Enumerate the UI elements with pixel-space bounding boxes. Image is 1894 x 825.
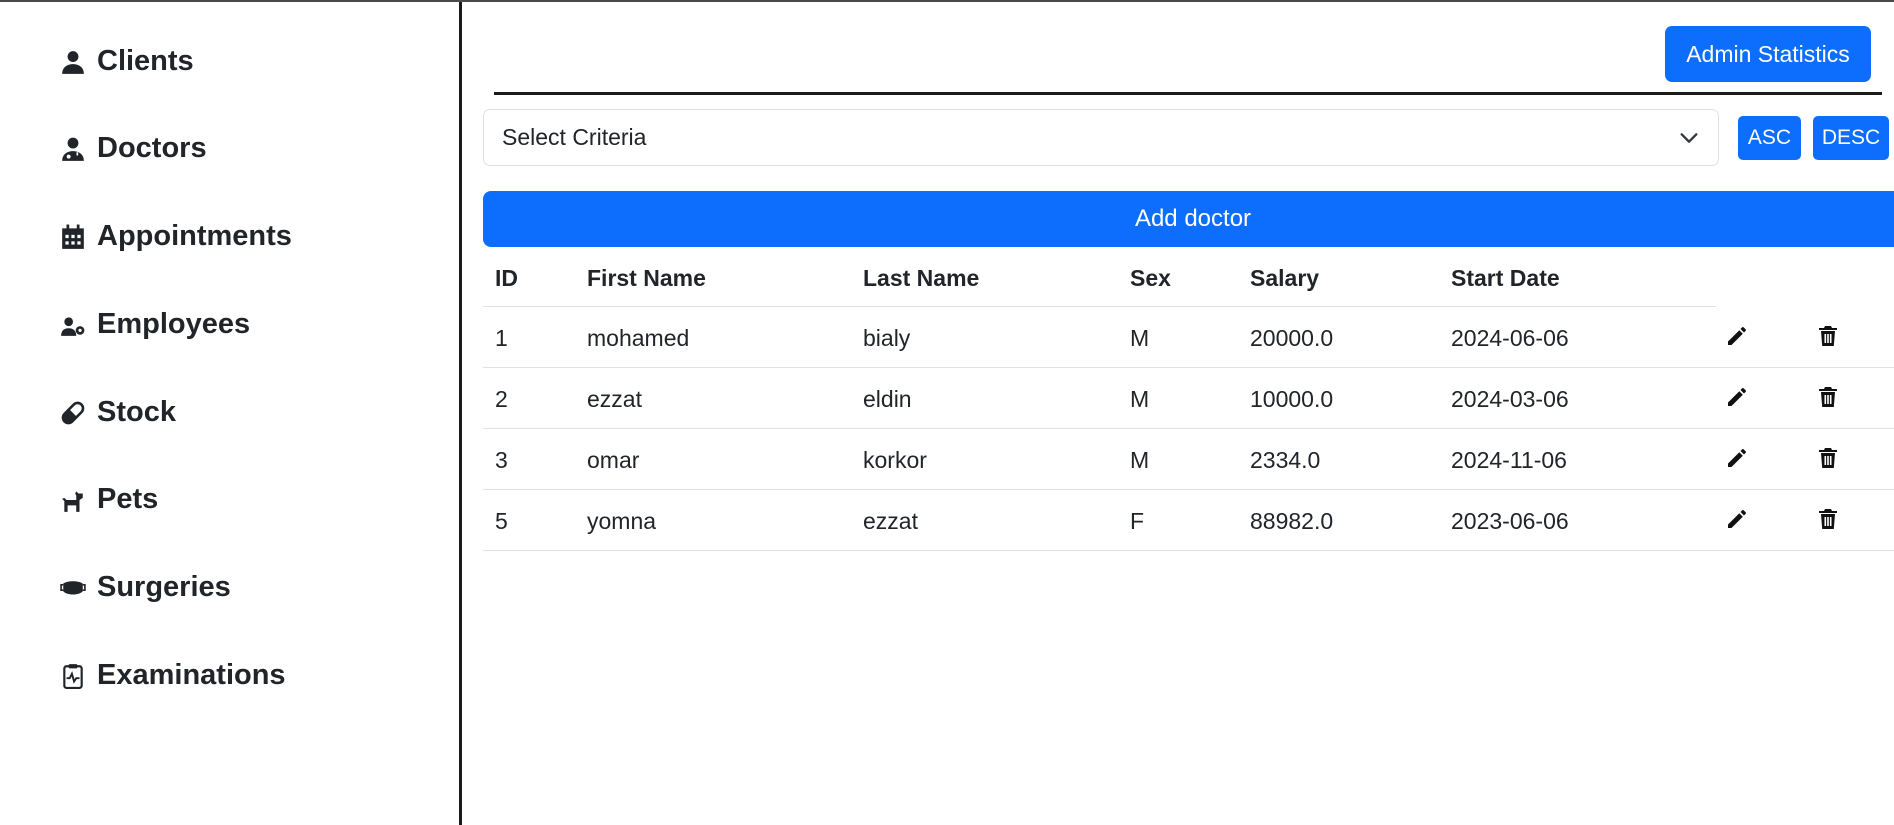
calendar-icon <box>58 222 88 252</box>
sidebar-item-label: Appointments <box>97 220 292 252</box>
cell-last-name: korkor <box>863 447 927 473</box>
pills-icon <box>58 398 88 428</box>
column-header-id: ID <box>495 265 518 291</box>
sidebar-item-employees[interactable]: Employees <box>58 308 250 341</box>
trash-icon[interactable] <box>1814 444 1842 472</box>
sidebar-item-label: Pets <box>97 483 159 515</box>
edit-icon[interactable] <box>1723 383 1751 411</box>
cell-start-date: 2024-11-06 <box>1451 447 1567 473</box>
sidebar-item-stock[interactable]: Stock <box>58 396 176 429</box>
admin-statistics-button[interactable]: Admin Statistics <box>1665 26 1871 82</box>
cell-last-name: bialy <box>863 325 911 351</box>
table-row: 3 omar korkor M 2334.0 2024-11-06 <box>483 429 1894 490</box>
dog-icon <box>58 485 88 515</box>
select-value: Select Criteria <box>502 124 647 150</box>
doctors-table: ID First Name Last Name Sex Salary Start… <box>483 251 1894 551</box>
trash-icon[interactable] <box>1814 322 1842 350</box>
table-row: 1 mohamed bialy M 20000.0 2024-06-06 <box>483 307 1894 368</box>
cell-sex: M <box>1130 447 1150 473</box>
clipboard-pulse-icon <box>58 661 88 691</box>
trash-icon[interactable] <box>1814 383 1842 411</box>
cell-start-date: 2024-03-06 <box>1451 386 1569 412</box>
cell-first-name: yomna <box>587 508 657 534</box>
table-row: 2 ezzat eldin M 10000.0 2024-03-06 <box>483 368 1894 429</box>
sidebar-item-pets[interactable]: Pets <box>58 483 158 516</box>
cell-id: 1 <box>495 325 508 351</box>
cell-sex: M <box>1130 325 1150 351</box>
column-header-last-name: Last Name <box>863 265 980 291</box>
sidebar-item-doctors[interactable]: Doctors <box>58 132 207 165</box>
cell-id: 2 <box>495 386 508 412</box>
edit-icon[interactable] <box>1723 444 1751 472</box>
sidebar-item-appointments[interactable]: Appointments <box>58 220 292 253</box>
sidebar-item-examinations[interactable]: Examinations <box>58 659 286 692</box>
cell-id: 5 <box>495 508 508 534</box>
sidebar-item-clients[interactable]: Clients <box>58 45 194 78</box>
sidebar-item-label: Surgeries <box>97 571 231 603</box>
user-doctor-icon <box>58 134 88 164</box>
cell-salary: 2334.0 <box>1250 447 1321 473</box>
cell-last-name: ezzat <box>863 508 918 534</box>
edit-icon[interactable] <box>1723 322 1751 350</box>
column-header-first-name: First Name <box>587 265 706 291</box>
chevron-down-icon <box>1680 133 1698 143</box>
column-header-sex: Sex <box>1130 265 1171 291</box>
cell-salary: 20000.0 <box>1250 325 1334 351</box>
sidebar-item-label: Clients <box>97 45 194 77</box>
cell-sex: F <box>1130 508 1145 534</box>
table-row: 5 yomna ezzat F 88982.0 2023-06-06 <box>483 490 1894 551</box>
desc-button[interactable]: DESC <box>1813 116 1889 160</box>
cell-first-name: ezzat <box>587 386 642 412</box>
cell-first-name: mohamed <box>587 325 690 351</box>
sidebar-item-label: Stock <box>97 396 176 428</box>
header-divider <box>494 92 1882 95</box>
asc-button[interactable]: ASC <box>1738 116 1801 160</box>
sort-criteria-select[interactable]: Select Criteria <box>483 109 1719 166</box>
edit-icon[interactable] <box>1723 505 1751 533</box>
mask-icon <box>58 573 88 603</box>
sidebar-item-label: Doctors <box>97 132 207 164</box>
table-header-row: ID First Name Last Name Sex Salary Start… <box>483 251 1716 307</box>
cell-salary: 10000.0 <box>1250 386 1334 412</box>
sidebar: Clients Doctors Appointments Employees S… <box>0 2 462 825</box>
sidebar-item-surgeries[interactable]: Surgeries <box>58 571 231 604</box>
column-header-salary: Salary <box>1250 265 1320 291</box>
add-doctor-button[interactable]: Add doctor <box>483 191 1894 247</box>
cell-sex: M <box>1130 386 1150 412</box>
trash-icon[interactable] <box>1814 505 1842 533</box>
cell-id: 3 <box>495 447 508 473</box>
cell-last-name: eldin <box>863 386 912 412</box>
user-icon <box>58 47 88 77</box>
user-gear-icon <box>58 310 88 340</box>
sidebar-item-label: Employees <box>97 308 251 340</box>
cell-salary: 88982.0 <box>1250 508 1334 534</box>
column-header-start-date: Start Date <box>1451 265 1560 291</box>
sidebar-item-label: Examinations <box>97 659 286 691</box>
cell-start-date: 2024-06-06 <box>1451 325 1569 351</box>
cell-start-date: 2023-06-06 <box>1451 508 1569 534</box>
cell-first-name: omar <box>587 447 640 473</box>
